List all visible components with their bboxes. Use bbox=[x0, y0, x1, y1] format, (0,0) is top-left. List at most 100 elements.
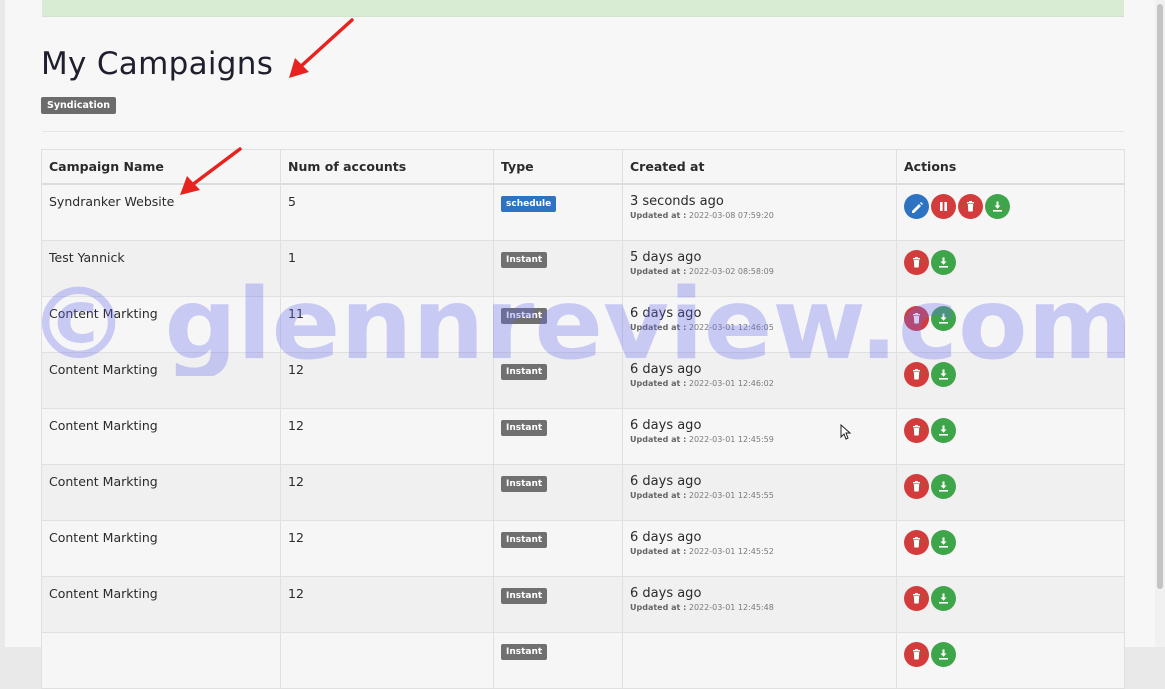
updated-at-line: Updated at : 2022-03-02 08:58:09 bbox=[630, 267, 889, 276]
created-relative: 6 days ago bbox=[630, 473, 702, 489]
updated-at-label: Updated at : bbox=[630, 602, 687, 612]
type-cell: schedule bbox=[493, 183, 623, 241]
campaign-name[interactable]: Content Markting bbox=[49, 418, 158, 433]
trash-icon bbox=[913, 480, 920, 491]
download-button[interactable] bbox=[931, 529, 956, 555]
table-row: Test Yannick 1 Instant 5 days ago Updated at… bbox=[41, 239, 1125, 297]
actions-cell bbox=[896, 519, 1125, 577]
updated-at-line: Updated at : 2022-03-01 12:45:55 bbox=[630, 491, 889, 500]
campaign-name-cell[interactable] bbox=[41, 631, 281, 689]
delete-button[interactable] bbox=[904, 473, 929, 499]
updated-at-label: Updated at : bbox=[630, 434, 687, 444]
delete-button[interactable] bbox=[958, 194, 983, 219]
table-row: Content Markting 11 Instant 6 days ago Updat… bbox=[41, 295, 1125, 353]
num-accounts-cell: 1 bbox=[280, 239, 494, 297]
column-header-campaign-name[interactable]: Campaign Name bbox=[41, 149, 281, 185]
campaign-name-cell[interactable]: Test Yannick bbox=[41, 239, 281, 297]
campaign-name[interactable]: Test Yannick bbox=[49, 250, 125, 265]
table-row: Content Markting 12 Instant 6 days ago Updat… bbox=[41, 575, 1125, 633]
table-row: Content Markting 12 Instant 6 days ago Updat… bbox=[41, 463, 1125, 521]
created-relative: 6 days ago bbox=[630, 361, 702, 377]
download-button[interactable] bbox=[931, 361, 956, 387]
campaign-name-cell[interactable]: Content Markting bbox=[41, 519, 281, 577]
download-button[interactable] bbox=[931, 641, 956, 667]
campaign-name-cell[interactable]: Content Markting bbox=[41, 351, 281, 409]
created-relative: 3 seconds ago bbox=[630, 194, 724, 209]
trash-icon bbox=[967, 201, 974, 212]
campaign-name-cell[interactable]: Syndranker Website bbox=[41, 183, 281, 241]
campaigns-table: Campaign Name Num of accounts Type Creat… bbox=[41, 149, 1125, 689]
download-icon bbox=[939, 649, 948, 660]
column-header-actions: Actions bbox=[896, 149, 1125, 185]
campaign-name[interactable]: Content Markting bbox=[49, 586, 158, 601]
delete-button[interactable] bbox=[904, 361, 929, 387]
num-accounts: 12 bbox=[288, 473, 304, 489]
table-row: Content Markting 12 Instant 6 days ago Updat… bbox=[41, 407, 1125, 465]
table-row: Content Markting 12 Instant 6 days ago Updat… bbox=[41, 351, 1125, 409]
updated-at-line: Updated at : 2022-03-01 12:45:48 bbox=[630, 603, 889, 612]
updated-at-value: 2022-03-02 08:58:09 bbox=[688, 266, 774, 276]
type-badge: Instant bbox=[501, 363, 548, 380]
download-icon bbox=[939, 257, 948, 268]
delete-button[interactable] bbox=[904, 641, 929, 667]
created-relative: 5 days ago bbox=[630, 249, 702, 265]
type-badge: Instant bbox=[501, 475, 548, 492]
table-header-row: Campaign Name Num of accounts Type Creat… bbox=[41, 149, 1125, 185]
updated-at-label: Updated at : bbox=[630, 266, 687, 276]
actions-cell bbox=[896, 239, 1125, 297]
num-accounts-cell: 5 bbox=[280, 183, 494, 241]
updated-at-value: 2022-03-01 12:46:02 bbox=[688, 378, 774, 388]
campaign-name[interactable]: Content Markting bbox=[49, 306, 158, 321]
campaign-name[interactable]: Syndranker Website bbox=[49, 194, 174, 209]
updated-at-line: Updated at : 2022-03-01 12:45:52 bbox=[630, 547, 889, 556]
type-cell: Instant bbox=[493, 295, 623, 353]
delete-button[interactable] bbox=[904, 529, 929, 555]
delete-button[interactable] bbox=[904, 305, 929, 331]
download-button[interactable] bbox=[931, 249, 956, 275]
mouse-cursor-icon bbox=[840, 424, 852, 440]
download-icon bbox=[939, 425, 948, 436]
updated-at-line: Updated at : 2022-03-01 12:46:02 bbox=[630, 379, 889, 388]
created-at-cell: 6 days ago Updated at : 2022-03-01 12:45:… bbox=[622, 463, 897, 521]
scrollbar-thumb[interactable] bbox=[1157, 4, 1163, 589]
pause-button[interactable] bbox=[931, 194, 956, 219]
actions-cell bbox=[896, 295, 1125, 353]
created-relative: 6 days ago bbox=[630, 585, 702, 601]
updated-at-line: Updated at : 2022-03-08 07:59:20 bbox=[630, 211, 889, 220]
divider bbox=[42, 131, 1124, 132]
download-button[interactable] bbox=[931, 473, 956, 499]
num-accounts-cell: 12 bbox=[280, 463, 494, 521]
num-accounts-cell: 12 bbox=[280, 519, 494, 577]
trash-icon bbox=[913, 536, 920, 547]
trash-icon bbox=[913, 648, 920, 659]
actions-cell bbox=[896, 183, 1125, 241]
created-at-cell bbox=[622, 631, 897, 689]
delete-button[interactable] bbox=[904, 585, 929, 611]
campaign-name[interactable]: Content Markting bbox=[49, 530, 158, 545]
scrollbar[interactable] bbox=[1155, 0, 1165, 647]
download-icon bbox=[939, 593, 948, 604]
download-button[interactable] bbox=[985, 194, 1010, 219]
updated-at-value: 2022-03-01 12:45:52 bbox=[688, 546, 774, 556]
campaign-name-cell[interactable]: Content Markting bbox=[41, 575, 281, 633]
num-accounts: 5 bbox=[288, 194, 296, 209]
trash-icon bbox=[913, 592, 920, 603]
edit-button[interactable] bbox=[904, 194, 929, 219]
column-header-num-accounts[interactable]: Num of accounts bbox=[280, 149, 494, 185]
created-at-cell: 5 days ago Updated at : 2022-03-02 08:58:… bbox=[622, 239, 897, 297]
campaign-name-cell[interactable]: Content Markting bbox=[41, 407, 281, 465]
campaign-name[interactable]: Content Markting bbox=[49, 474, 158, 489]
type-badge: Instant bbox=[501, 251, 548, 268]
delete-button[interactable] bbox=[904, 249, 929, 275]
column-header-type[interactable]: Type bbox=[493, 149, 623, 185]
updated-at-line: Updated at : 2022-03-01 12:46:05 bbox=[630, 323, 889, 332]
delete-button[interactable] bbox=[904, 417, 929, 443]
column-header-created-at[interactable]: Created at bbox=[622, 149, 897, 185]
campaign-name-cell[interactable]: Content Markting bbox=[41, 295, 281, 353]
download-button[interactable] bbox=[931, 305, 956, 331]
campaign-name-cell[interactable]: Content Markting bbox=[41, 463, 281, 521]
download-button[interactable] bbox=[931, 585, 956, 611]
campaign-name[interactable]: Content Markting bbox=[49, 362, 158, 377]
download-icon bbox=[939, 537, 948, 548]
download-button[interactable] bbox=[931, 417, 956, 443]
